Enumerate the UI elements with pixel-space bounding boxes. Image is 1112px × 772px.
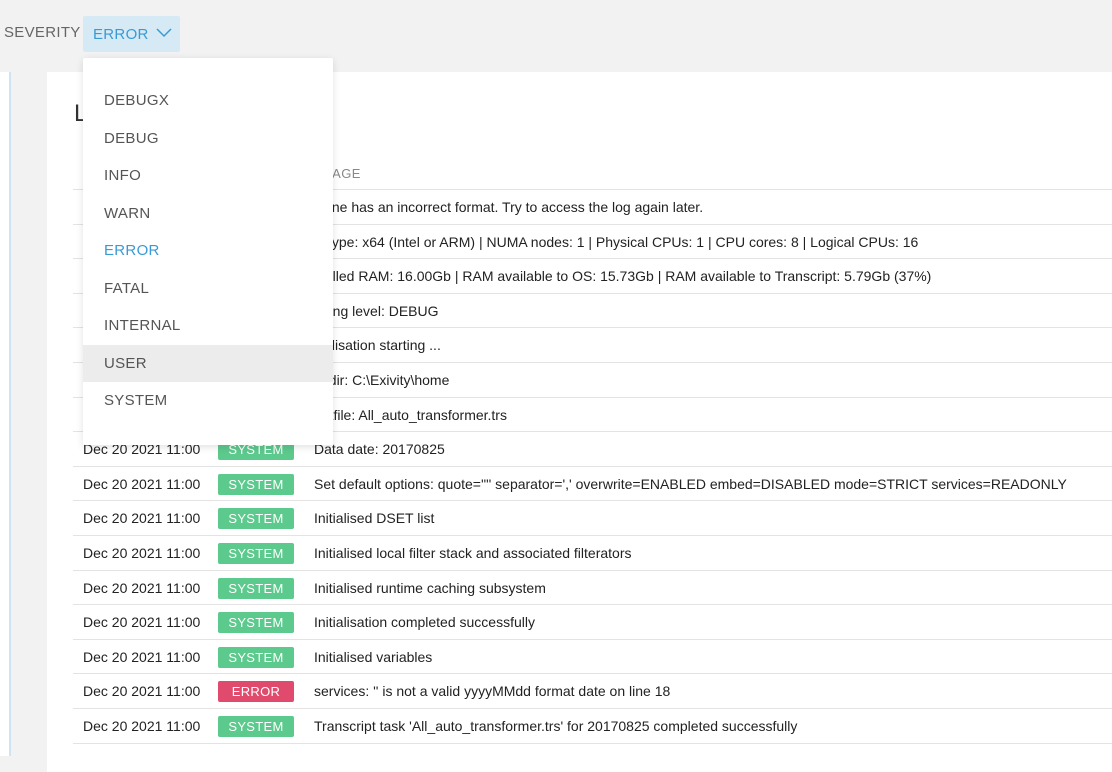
severity-option-info[interactable]: INFO: [83, 157, 333, 195]
row-message: Transcript task 'All_auto_transformer.tr…: [314, 717, 798, 734]
row-message: riptfile: All_auto_transformer.trs: [314, 406, 507, 423]
row-message: Initialisation completed successfully: [314, 614, 535, 631]
table-row: Dec 20 2021 11:00 SYSTEM Initialised DSET …: [73, 501, 1112, 536]
severity-option-internal[interactable]: INTERNAL: [83, 307, 333, 345]
table-row: Dec 20 2021 11:00 SYSTEM Initialised varia…: [73, 640, 1112, 675]
row-message: stalled RAM: 16.00Gb | RAM available to …: [314, 268, 932, 285]
row-message: Initialised variables: [314, 648, 433, 665]
table-row: Dec 20 2021 11:00 SYSTEM Initialised local…: [73, 536, 1112, 571]
row-date: Dec 20 2021 11:00: [83, 683, 201, 700]
row-message: itialisation starting ...: [314, 337, 441, 354]
row-message: g line has an incorrect format. Try to a…: [314, 199, 704, 215]
chevron-down-icon: [156, 28, 172, 38]
row-message: Initialised DSET list: [314, 510, 435, 527]
severity-option-user[interactable]: USER: [83, 344, 333, 382]
table-row: Dec 20 2021 11:00 ERROR services: '' is no…: [73, 674, 1112, 709]
severity-select[interactable]: ERROR: [83, 16, 180, 52]
severity-badge: ERROR: [218, 681, 294, 703]
severity-select-value: ERROR: [93, 25, 149, 43]
table-row: Dec 20 2021 11:00 SYSTEM Set default optio…: [73, 467, 1112, 502]
severity-filter-label: SEVERITY: [4, 24, 81, 41]
row-date: Dec 20 2021 11:00: [83, 544, 201, 561]
severity-badge: SYSTEM: [218, 612, 294, 634]
row-message: Initialised runtime caching subsystem: [314, 579, 546, 596]
severity-option-debugx[interactable]: DEBUGX: [83, 82, 333, 120]
row-date: Dec 20 2021 11:00: [83, 475, 201, 492]
severity-badge: SYSTEM: [218, 646, 294, 668]
severity-option-error[interactable]: ERROR: [83, 232, 333, 270]
severity-badge: SYSTEM: [218, 473, 294, 495]
row-message: services: '' is not a valid yyyyMMdd for…: [314, 683, 671, 700]
row-message: U type: x64 (Intel or ARM) | NUMA nodes:…: [314, 233, 919, 250]
row-date: Dec 20 2021 11:00: [83, 510, 201, 527]
severity-option-warn[interactable]: WARN: [83, 195, 333, 233]
row-message: sedir: C:\Exivity\home: [314, 371, 450, 388]
table-row: Dec 20 2021 11:00 SYSTEM Transcript task '…: [73, 709, 1112, 744]
table-row: Dec 20 2021 11:00 SYSTEM Initialised runti…: [73, 571, 1112, 606]
row-date: Dec 20 2021 11:00: [83, 614, 201, 631]
side-panel-edge: [0, 72, 11, 756]
filter-bar: SEVERITY ERROR: [0, 0, 1112, 66]
row-message: Set default options: quote='"' separator…: [314, 475, 1067, 492]
row-date: Dec 20 2021 11:00: [83, 648, 201, 665]
severity-badge: SYSTEM: [218, 577, 294, 599]
severity-option-fatal[interactable]: FATAL: [83, 270, 333, 308]
severity-badge: SYSTEM: [218, 715, 294, 737]
row-message: Initialised local filter stack and assoc…: [314, 544, 632, 561]
severity-option-system[interactable]: SYSTEM: [83, 382, 333, 420]
severity-badge: SYSTEM: [218, 542, 294, 564]
row-date: Dec 20 2021 11:00: [83, 717, 201, 734]
table-row: Dec 20 2021 11:00 SYSTEM Initialisation co…: [73, 605, 1112, 640]
severity-option-debug[interactable]: DEBUG: [83, 120, 333, 158]
severity-dropdown: DEBUGX DEBUG INFO WARN ERROR FATAL INTERNAL USE…: [83, 58, 333, 445]
row-date: Dec 20 2021 11:00: [83, 579, 201, 596]
row-message: Data date: 20170825: [314, 441, 445, 458]
severity-badge: SYSTEM: [218, 508, 294, 530]
